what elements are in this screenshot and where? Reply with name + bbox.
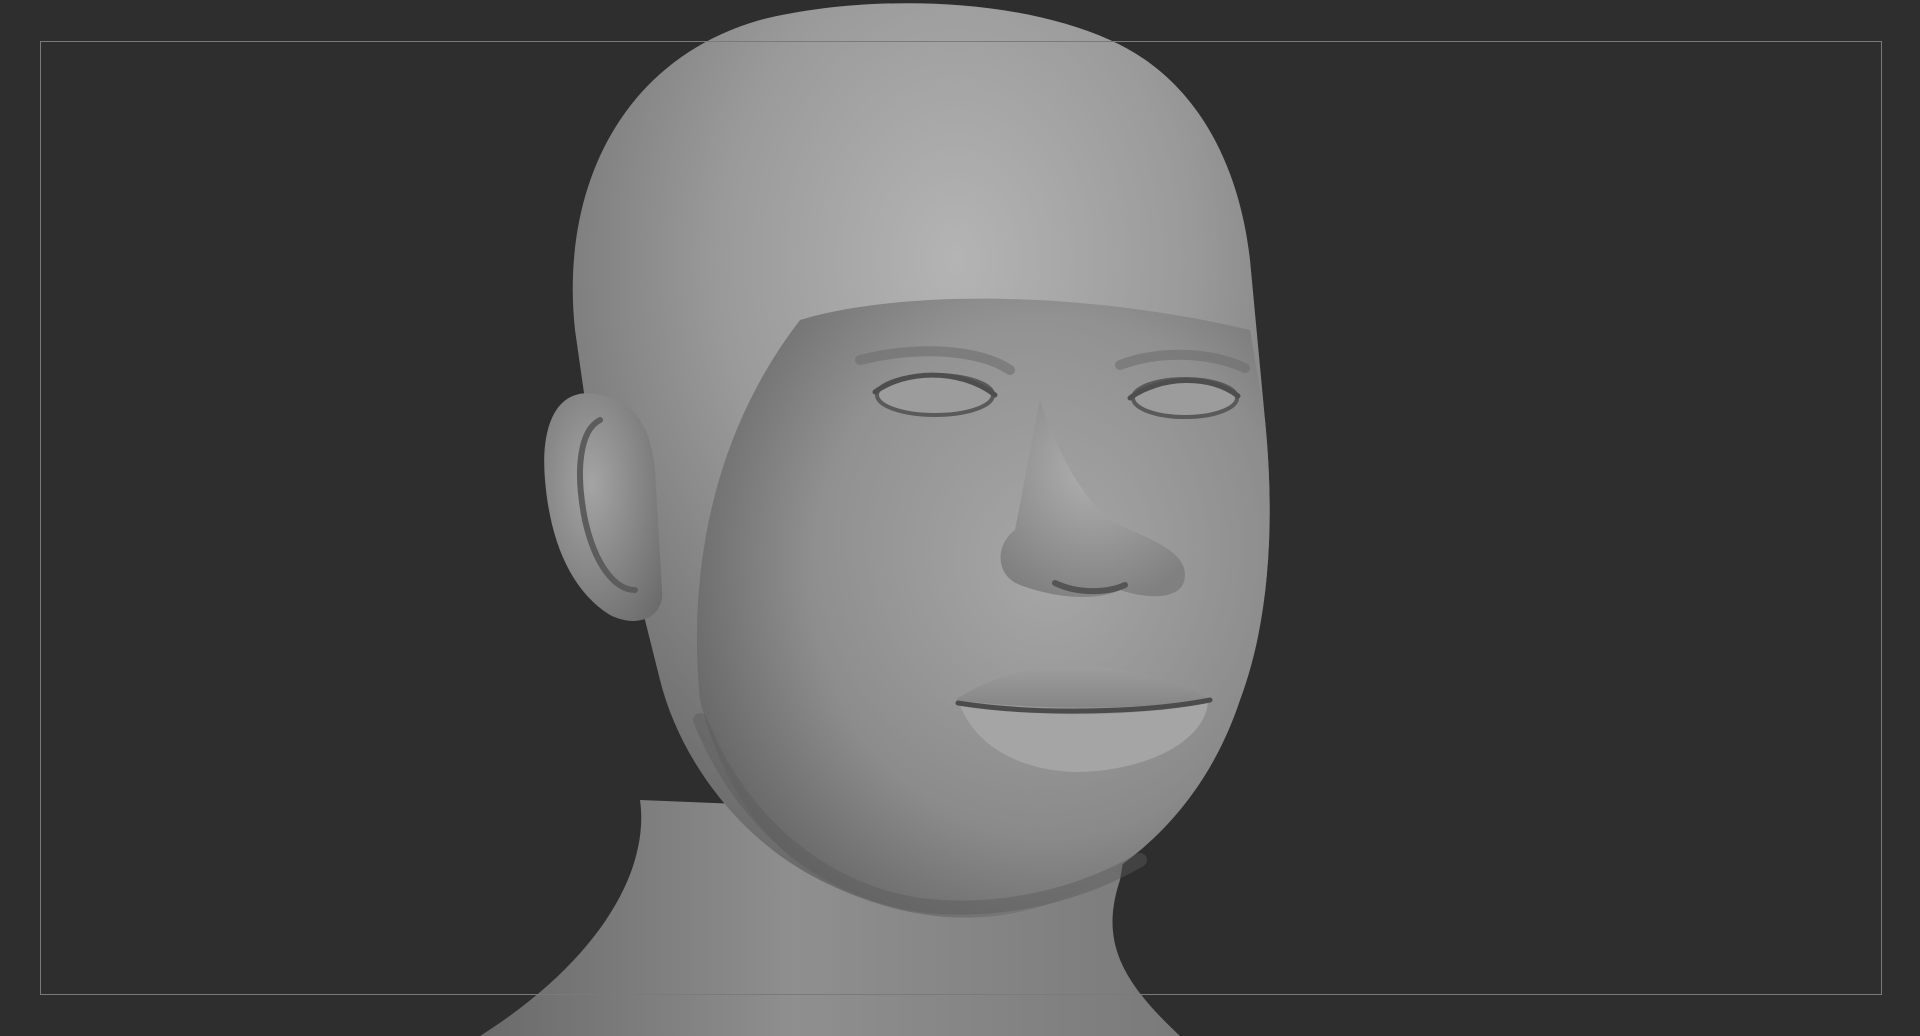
sculpted-head-model[interactable] <box>0 0 1920 1036</box>
3d-viewport[interactable] <box>0 0 1920 1036</box>
